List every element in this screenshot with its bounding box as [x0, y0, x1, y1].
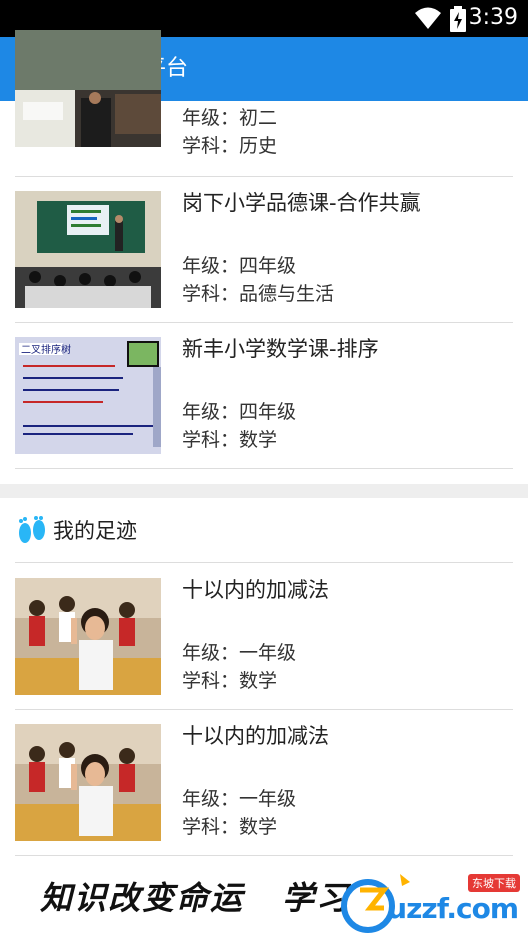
watermark-tag: 东坡下载 — [468, 874, 520, 892]
course-title: 新丰小学数学课-排序 — [182, 337, 379, 361]
course-thumbnail — [15, 30, 161, 147]
slogan-left: 知识改变命运 — [40, 879, 245, 917]
course-title: 岗下小学品德课-合作共赢 — [182, 191, 421, 215]
course-thumbnail — [15, 724, 161, 841]
course-subject: 学科：历史 — [182, 135, 278, 157]
course-item[interactable]: 二叉排序树 新丰小学数学课-排序 年级：四年级 学科：数学 — [15, 322, 513, 469]
slogan-banner: 知识改变命运 学习 东坡下载 uzzf.com — [0, 862, 528, 940]
footprints-icon — [19, 516, 45, 543]
course-thumbnail — [15, 191, 161, 308]
course-thumbnail: 二叉排序树 — [15, 337, 161, 454]
course-subject: 学科：数学 — [182, 816, 278, 838]
footprint-item[interactable]: 十以内的加减法 年级：一年级 学科：数学 — [15, 709, 513, 856]
course-item[interactable]: 年级：初二 学科：历史 — [15, 30, 513, 177]
battery-charging-icon — [450, 6, 466, 32]
course-grade: 年级：初二 — [182, 107, 278, 129]
course-grade: 年级：四年级 — [182, 255, 297, 277]
course-subject: 学科：数学 — [182, 670, 278, 692]
section-divider — [0, 484, 528, 498]
course-thumbnail — [15, 578, 161, 695]
svg-text:二叉排序树: 二叉排序树 — [21, 343, 71, 356]
course-item[interactable]: 岗下小学品德课-合作共赢 年级：四年级 学科：品德与生活 — [15, 176, 513, 323]
clock: 3:39 — [468, 5, 518, 30]
course-title: 十以内的加减法 — [182, 724, 329, 748]
course-subject: 学科：品德与生活 — [182, 283, 335, 305]
course-grade: 年级：一年级 — [182, 788, 297, 810]
course-grade: 年级：一年级 — [182, 642, 297, 664]
course-subject: 学科：数学 — [182, 429, 278, 451]
footprints-header: 我的足迹 — [15, 500, 513, 563]
section-title: 我的足迹 — [53, 519, 137, 543]
watermark-text: uzzf.com — [387, 892, 519, 925]
course-title: 十以内的加减法 — [182, 578, 329, 602]
wifi-icon — [415, 7, 441, 29]
course-grade: 年级：四年级 — [182, 401, 297, 423]
footprint-item[interactable]: 十以内的加减法 年级：一年级 学科：数学 — [15, 563, 513, 710]
